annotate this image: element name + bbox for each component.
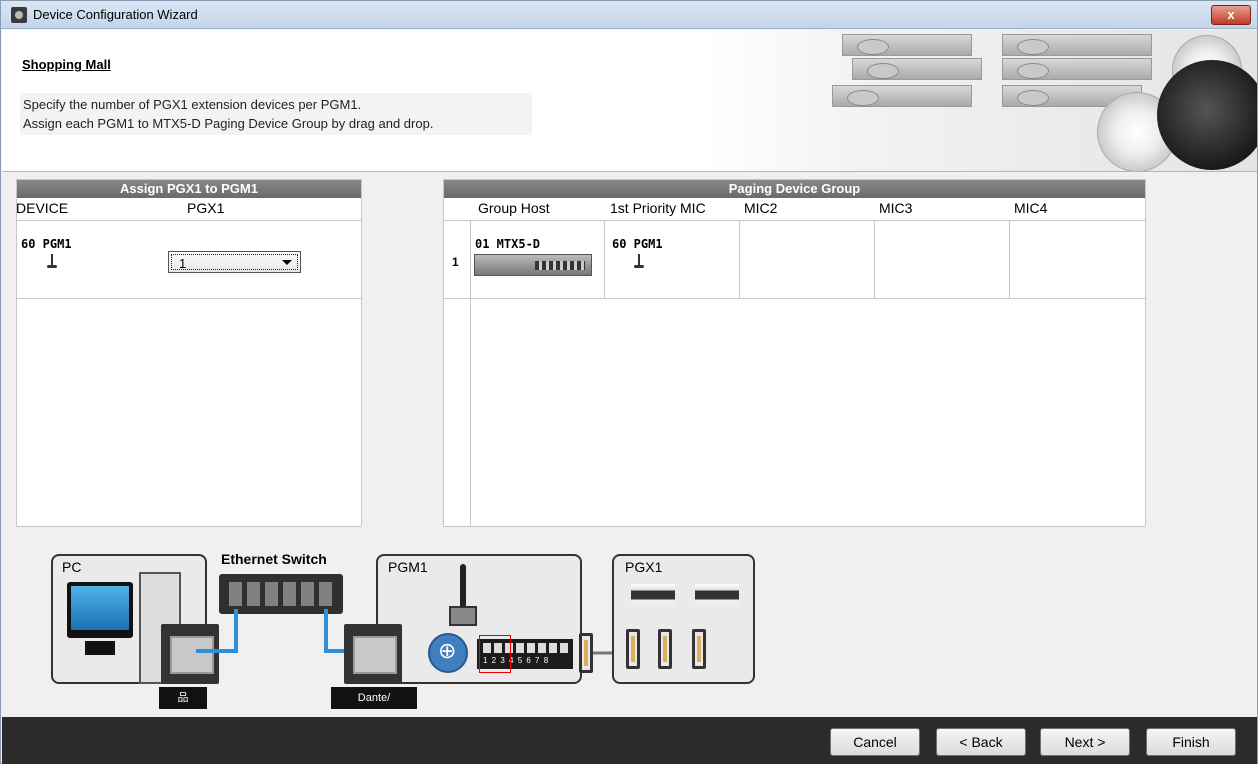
- mic4-drop-cell[interactable]: [1010, 221, 1145, 297]
- rack-unit-image: [842, 34, 972, 56]
- close-button[interactable]: x: [1211, 5, 1251, 25]
- rack-unit-image: [852, 58, 982, 80]
- dante-network-icon: Dante/: [331, 687, 417, 709]
- pgx1-label: PGX1: [625, 559, 663, 575]
- finish-button[interactable]: Finish: [1146, 728, 1236, 756]
- ethernet-port-icon: [344, 624, 402, 684]
- microphone-icon: [460, 564, 466, 609]
- product-banner-image: [702, 30, 1257, 171]
- dip-highlight: [479, 635, 511, 673]
- speaker-image: [1157, 60, 1257, 170]
- connector-icon: [579, 633, 593, 673]
- next-button[interactable]: Next >: [1040, 728, 1130, 756]
- column-mic3: MIC3: [879, 200, 913, 216]
- connector-icon: [626, 629, 640, 669]
- connector-icon: [692, 629, 706, 669]
- rack-unit-image: [1002, 58, 1152, 80]
- rack-unit-image: [832, 85, 972, 107]
- column-mic4: MIC4: [1014, 200, 1048, 216]
- pgm1-base-icon: [449, 606, 477, 626]
- back-button[interactable]: < Back: [936, 728, 1026, 756]
- mic3-drop-cell[interactable]: [875, 221, 1008, 297]
- pgm1-label: PGM1: [388, 559, 428, 575]
- rotary-switch-icon: [428, 633, 468, 673]
- wizard-window: Device Configuration Wizard x Shopping M…: [0, 0, 1258, 764]
- pgx1-unit-icon: [695, 584, 739, 606]
- rack-unit-image: [1002, 34, 1152, 56]
- connector-icon: [658, 629, 672, 669]
- pgx1-unit-icon: [631, 584, 675, 606]
- cancel-button[interactable]: Cancel: [830, 728, 920, 756]
